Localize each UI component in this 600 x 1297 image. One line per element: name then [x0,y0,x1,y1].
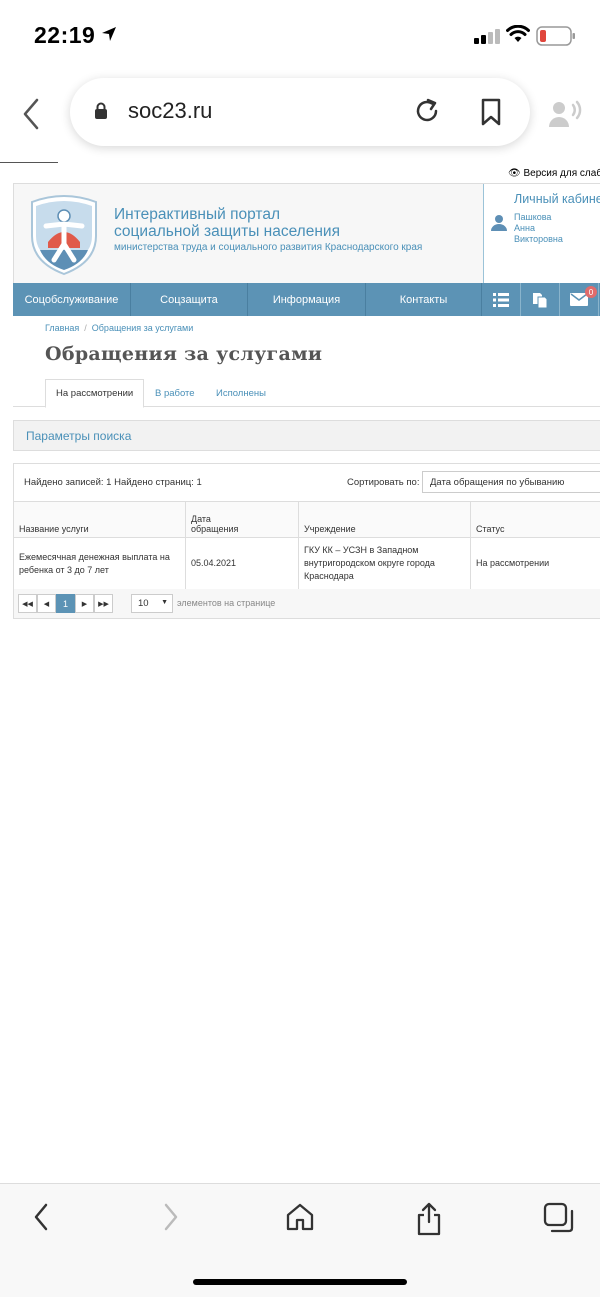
tab-under-review[interactable]: На рассмотрении [45,379,145,408]
next-page-button[interactable]: ▶ [75,594,94,613]
nav-item-socservice[interactable]: Соцобслуживание [13,283,131,316]
first-page-button[interactable]: ◀◀ [18,594,37,613]
search-parameters-panel[interactable]: Параметры поиска [13,420,600,451]
personal-cabinet[interactable]: Личный кабине Пашкова Анна Викторовна [483,184,600,284]
mail-badge: 0 [585,286,597,298]
speech-icon[interactable] [547,100,583,128]
list-icon [493,292,509,307]
cell-signal-icon [474,29,500,44]
status-tabs: На рассмотрении В работе Исполнены [13,379,600,408]
column-header-status[interactable]: Статус [470,501,600,538]
location-arrow-icon [102,27,116,41]
user-icon [491,215,507,231]
nav-item-information[interactable]: Информация [248,283,366,316]
forward-icon[interactable] [162,1202,180,1232]
found-count: Найдено записей: 1 Найдено страниц: 1 [24,477,202,488]
url-field[interactable]: soc23.ru [70,78,530,146]
cell-date: 05.04.2021 [185,537,299,590]
per-page-label: элементов на странице [177,598,276,608]
per-page-select[interactable]: 10 ▼ [131,594,173,613]
lock-icon [95,102,107,119]
page-title: Обращения за услугами [45,343,323,365]
status-bar: 22:19 [0,0,600,70]
browser-toolbar [0,1183,600,1297]
documents-icon [533,292,548,308]
user-name[interactable]: Пашкова Анна Викторовна [514,212,563,245]
tab-completed[interactable]: Исполнены [206,379,276,407]
wifi-icon [506,25,530,42]
list-view-button[interactable] [482,283,521,316]
column-header-date[interactable]: Дата обращения [185,501,299,538]
prev-page-button[interactable]: ◀ [37,594,56,613]
nav-item-soczashchita[interactable]: Соцзащита [131,283,248,316]
sort-select[interactable]: Дата обращения по убыванию [422,471,600,493]
messages-button[interactable]: 0 [560,283,599,316]
home-icon[interactable] [286,1202,314,1232]
nav-item-contacts[interactable]: Контакты [366,283,482,316]
portal-title: Интерактивный портал социальной защиты н… [114,206,340,240]
home-indicator [193,1279,407,1285]
eye-icon: 👁 [508,168,521,179]
cell-status: На рассмотрении [470,537,600,590]
results-bar: Найдено записей: 1 Найдено страниц: 1 Со… [13,463,600,501]
page-1-button[interactable]: 1 [56,594,75,613]
cell-institution: ГКУ КК – УСЗН в Западном внутригородском… [298,537,471,590]
breadcrumb: Главная / Обращения за услугами [45,323,194,333]
reload-icon[interactable] [414,98,440,124]
status-time: 22:19 [34,22,96,48]
table-header-row: Название услуги Дата обращения Учреждени… [13,501,600,538]
browser-address-bar: soc23.ru [0,70,600,160]
column-header-institution[interactable]: Учреждение [298,501,471,538]
back-icon[interactable] [32,1202,50,1232]
accessibility-version-link[interactable]: 👁 Версия для слабо [508,168,600,179]
tab-in-progress[interactable]: В работе [145,379,205,407]
breadcrumb-current[interactable]: Обращения за услугами [92,323,193,333]
search-parameters-label: Параметры поиска [26,429,132,443]
breadcrumb-home[interactable]: Главная [45,323,79,333]
portal-logo-icon[interactable] [28,192,100,276]
last-page-button[interactable]: ▶▶ [94,594,113,613]
pager: ◀◀ ◀ 1 ▶ ▶▶ 10 ▼ элементов на странице [13,589,600,619]
cell-service: Ежемесячная денежная выплата на ребенка … [13,537,186,590]
dropdown-arrow-icon: ▼ [161,599,168,606]
portal-subtitle: министерства труда и социального развити… [114,242,423,253]
divider [0,162,58,163]
chevron-left-icon[interactable] [22,98,40,130]
url-text: soc23.ru [128,98,213,123]
table-row[interactable]: Ежемесячная денежная выплата на ребенка … [13,537,600,590]
main-nav: Соцобслуживание Соцзащита Информация Кон… [13,283,600,316]
bookmark-icon[interactable] [480,98,502,126]
tabs-icon[interactable] [543,1202,575,1234]
accessibility-version-label: Версия для слабо [523,168,600,179]
battery-low-icon [536,26,575,46]
sort-label: Сортировать по: [347,477,420,488]
column-header-service[interactable]: Название услуги [13,501,186,538]
share-icon[interactable] [416,1202,442,1236]
documents-button[interactable] [521,283,560,316]
requests-table: Название услуги Дата обращения Учреждени… [13,501,600,590]
cabinet-title[interactable]: Личный кабине [514,192,600,206]
site-header: Интерактивный портал социальной защиты н… [13,183,600,284]
